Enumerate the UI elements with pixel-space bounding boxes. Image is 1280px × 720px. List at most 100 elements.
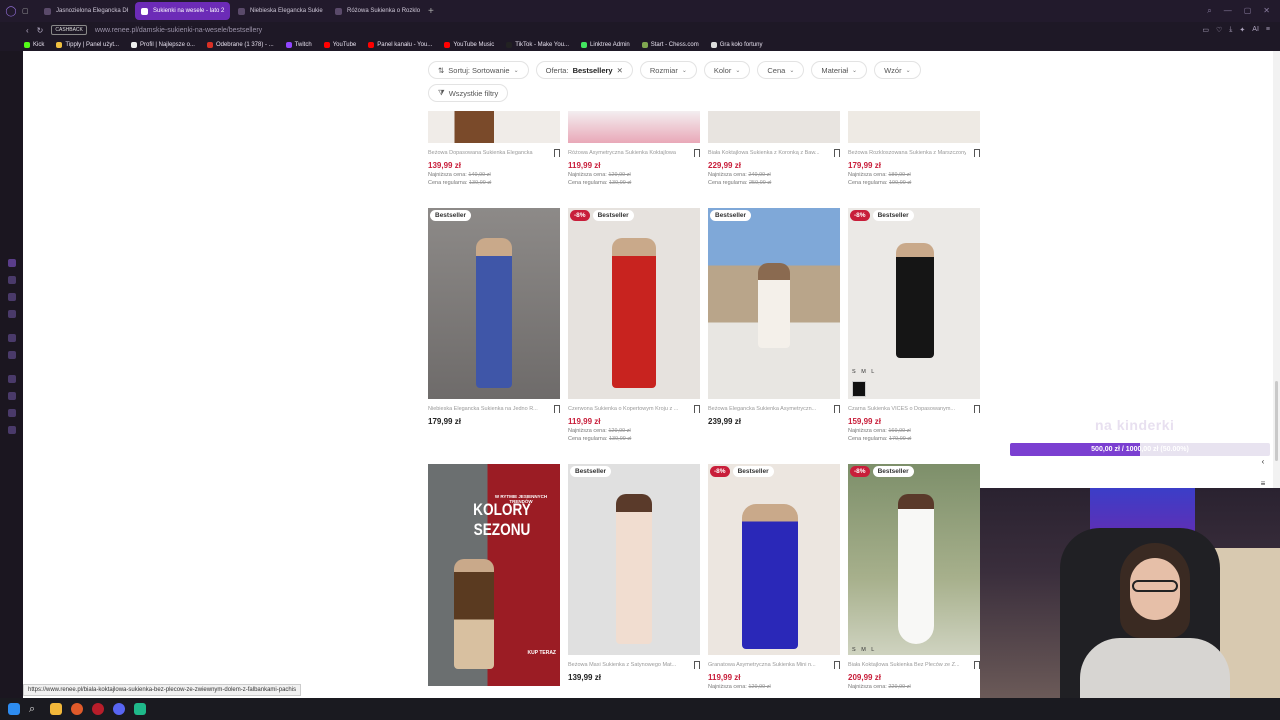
product-image[interactable]: Bestseller [428, 208, 560, 399]
product-title[interactable]: Beżowa Elegancka Sukienka Asymetryczn... [708, 406, 826, 412]
bookmark-icon[interactable] [554, 149, 560, 157]
search-tabs-icon[interactable]: ⌕ [1207, 6, 1211, 16]
bookmark-item[interactable]: Tipply | Panel użyt... [56, 41, 119, 48]
bookmark-item[interactable]: Panel kanału - You... [368, 41, 432, 48]
material-filter[interactable]: Materiał ⌄ [811, 61, 868, 79]
bookmark-icon[interactable] [974, 149, 980, 157]
sidebar-clock-icon[interactable] [8, 392, 16, 400]
bookmark-item[interactable]: Twitch [285, 41, 312, 48]
product-image[interactable]: -8% Bestseller S M L [848, 464, 980, 655]
bookmark-item[interactable]: Kick [24, 41, 44, 48]
product-card[interactable]: Bestseller Beżowa Elegancka Sukienka Asy… [708, 208, 840, 426]
product-title[interactable]: Beżowa Rozkloszowana Sukienka z Marszczo… [848, 150, 966, 156]
color-filter[interactable]: Kolor ⌄ [703, 61, 751, 79]
sidebar-whatsapp-icon[interactable] [8, 310, 16, 318]
discord-icon[interactable] [113, 703, 125, 715]
opera-gx-icon[interactable] [92, 703, 104, 715]
sidebar-history-icon[interactable] [8, 375, 16, 383]
bookmark-icon[interactable] [974, 405, 980, 413]
bookmark-icon[interactable] [694, 405, 700, 413]
sidebar-extensions-icon[interactable] [8, 426, 16, 434]
bookmark-item[interactable]: Odebrane (1 378) - ... [206, 41, 274, 48]
product-card[interactable]: Beżowa Rozkloszowana Sukienka z Marszczo… [848, 111, 980, 186]
bookmark-icon[interactable] [834, 149, 840, 157]
sidebar-settings-icon[interactable] [8, 409, 16, 417]
product-image[interactable]: Bestseller [568, 464, 700, 655]
reload-icon[interactable]: ↻ [37, 26, 44, 35]
promo-banner[interactable]: W RYTMIE JESIENNYCH TRENDÓW KOLORY SEZON… [428, 464, 560, 686]
bookmark-item[interactable]: Gra koło fortuny [710, 41, 762, 48]
bookmark-icon[interactable] [554, 405, 560, 413]
all-filters-button[interactable]: ⧩ Wszystkie filtry [428, 84, 509, 102]
extensions-icon[interactable]: ✦ [1239, 26, 1245, 34]
bookmark-item[interactable]: Start - Chess.com [641, 41, 699, 48]
product-card[interactable]: -8% Bestseller Czerwona Sukienka o Kopert… [568, 208, 700, 442]
tab-1[interactable]: Sukienki na wesele - lato 2 [135, 2, 230, 20]
tab-2[interactable]: Niebieska Elegancka Sukie [232, 2, 327, 20]
size-options[interactable]: S M L [852, 647, 876, 653]
product-title[interactable]: Czarna Sukienka VICES o Dopasowanym... [848, 406, 966, 412]
bookmark-page-icon[interactable]: ♡ [1216, 26, 1222, 34]
ai-icon[interactable]: AI [1252, 26, 1259, 34]
sidebar-x-icon[interactable] [8, 351, 16, 359]
workspaces-icon[interactable]: ▢ [22, 7, 36, 15]
app-icon[interactable] [134, 703, 146, 715]
product-title[interactable]: Różowa Asymetryczna Sukienka Koktajlowa [568, 150, 686, 156]
sidebar-discord-icon[interactable] [8, 334, 16, 342]
tab-0[interactable]: Jasnozielona Elegancka Dł [38, 2, 133, 20]
product-card[interactable]: Różowa Asymetryczna Sukienka Koktajlowa … [568, 111, 700, 186]
sidebar-messenger-icon[interactable] [8, 276, 16, 284]
product-title[interactable]: Biała Koktajlowa Sukienka z Koronką z Ba… [708, 150, 826, 156]
firefox-icon[interactable] [71, 703, 83, 715]
product-image[interactable]: -8% Bestseller [568, 208, 700, 399]
product-card[interactable]: -8% Bestseller S M L Czarna Sukienka VICE… [848, 208, 980, 442]
pattern-filter[interactable]: Wzór ⌄ [874, 61, 921, 79]
search-icon[interactable]: ⌕ [29, 703, 41, 715]
product-card[interactable]: Bestseller Beżowa Maxi Sukienka z Satyno… [568, 464, 700, 682]
product-image[interactable]: -8% Bestseller S M L [848, 208, 980, 399]
tab-3[interactable]: Różowa Sukienka o Rozklo [329, 2, 424, 20]
sidebar-instagram-icon[interactable] [8, 293, 16, 301]
size-filter[interactable]: Rozmiar ⌄ [639, 61, 697, 79]
chevron-left-icon[interactable]: ‹ [1254, 455, 1272, 469]
minimize-icon[interactable]: — [1224, 6, 1232, 16]
product-title[interactable]: Beżowa Dopasowana Sukienka Elegancka [428, 150, 546, 156]
product-card[interactable]: Biała Koktajlowa Sukienka z Koronką z Ba… [708, 111, 840, 186]
color-swatch[interactable] [852, 381, 866, 397]
product-title[interactable]: Niebieska Elegancka Sukienka na Jedno R.… [428, 406, 546, 412]
promo-image[interactable]: W RYTMIE JESIENNYCH TRENDÓW KOLORY SEZON… [428, 464, 560, 686]
windows-start-icon[interactable] [8, 703, 20, 715]
product-card[interactable]: -8% Bestseller S M L Biała Koktajlowa Suk… [848, 464, 980, 690]
product-title[interactable]: Granatowa Asymetryczna Sukienka Mini n..… [708, 662, 826, 668]
promo-cta[interactable]: KUP TERAZ [527, 650, 556, 656]
bookmark-icon[interactable] [694, 661, 700, 669]
sort-dropdown[interactable]: ⇅ Sortuj: Sortowanie ⌄ [428, 61, 529, 79]
price-filter[interactable]: Cena ⌄ [757, 61, 805, 79]
cashback-badge[interactable]: CASHBACK [51, 25, 87, 35]
maximize-icon[interactable]: ▢ [1244, 6, 1252, 16]
sidebar-aria-icon[interactable] [8, 259, 16, 267]
close-icon[interactable]: ✕ [1263, 6, 1270, 16]
scrollbar-thumb[interactable] [1275, 381, 1278, 461]
product-title[interactable]: Czerwona Sukienka o Kopertowym Kroju z .… [568, 406, 686, 412]
bookmark-icon[interactable] [834, 661, 840, 669]
offer-filter-chip[interactable]: Oferta: Bestsellery ✕ [535, 61, 633, 79]
product-image[interactable]: -8% Bestseller [708, 464, 840, 655]
product-card[interactable]: -8% Bestseller Granatowa Asymetryczna Suk… [708, 464, 840, 690]
file-explorer-icon[interactable] [50, 703, 62, 715]
snapshot-icon[interactable]: ▭ [1202, 26, 1209, 34]
bookmark-item[interactable]: Profil | Najlepsze o... [131, 41, 195, 48]
size-options[interactable]: S M L [852, 369, 876, 375]
product-image[interactable] [848, 111, 980, 143]
back-icon[interactable]: ‹ [26, 26, 29, 35]
product-image[interactable] [568, 111, 700, 143]
bookmark-item[interactable]: YouTube Music [444, 41, 494, 48]
bookmark-item[interactable]: YouTube [323, 41, 356, 48]
product-image[interactable]: Bestseller [708, 208, 840, 399]
product-title[interactable]: Beżowa Maxi Sukienka z Satynowego Mat... [568, 662, 686, 668]
new-tab-icon[interactable]: + [428, 6, 434, 17]
bookmark-icon[interactable] [694, 149, 700, 157]
bookmark-icon[interactable] [834, 405, 840, 413]
product-card[interactable]: Beżowa Dopasowana Sukienka Elegancka 139… [428, 111, 560, 186]
menu-icon[interactable]: ≡ [1266, 26, 1270, 34]
